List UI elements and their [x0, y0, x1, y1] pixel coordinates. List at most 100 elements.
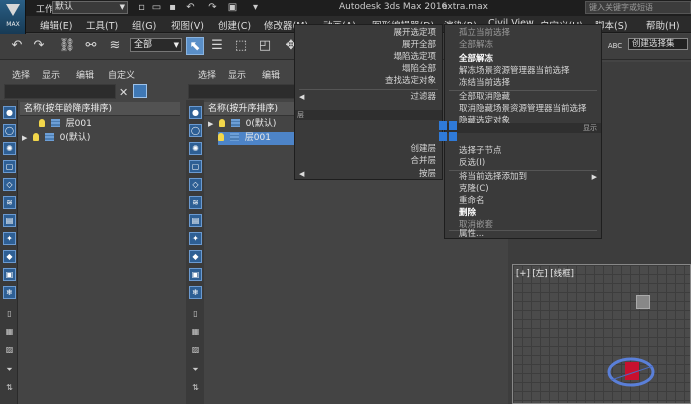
select-and-link-icon[interactable]: ⛓ — [58, 37, 76, 55]
find-filter-icon[interactable] — [133, 84, 147, 98]
explorer-menu-select[interactable]: 选择 — [12, 68, 30, 81]
project-folder-icon[interactable]: ▣ — [226, 1, 239, 14]
quad-item-unhide-selection[interactable]: 取消隐藏场景资源管理器当前选择 — [459, 103, 587, 115]
quad-item-select-invert[interactable]: 反选(I) — [459, 157, 485, 169]
display-none-icon[interactable]: ▨ — [189, 344, 202, 357]
quad-item-freeze-selection[interactable]: 冻结当前选择 — [459, 77, 510, 89]
tree-row[interactable]: 层001 — [28, 118, 92, 131]
viewport-left[interactable]: [+] [左] [线框] — [512, 264, 691, 404]
filter-icon[interactable]: ⏷ — [189, 364, 202, 377]
quad-item-add-selection-to[interactable]: 将当前选择添加到 — [459, 171, 527, 183]
save-icon[interactable]: ▪ — [166, 1, 179, 14]
redo-icon[interactable]: ↷ — [30, 37, 48, 55]
viewport-label[interactable]: [+] [左] [线框] — [516, 267, 574, 279]
menu-help[interactable]: 帮助(H) — [646, 18, 680, 32]
window-crossing-icon[interactable]: ◰ — [256, 37, 274, 55]
display-shapes-icon[interactable]: ◯ — [189, 124, 202, 137]
sync-selection-icon[interactable]: ⇅ — [189, 382, 202, 395]
quad-item-delete[interactable]: 删除 — [459, 207, 476, 219]
lightbulb-icon[interactable] — [218, 119, 225, 127]
quad-item-collapse-selected[interactable]: 塌陷选定项 — [393, 51, 436, 63]
quad-item-unhide-all[interactable]: 全部取消隐藏 — [459, 91, 510, 103]
open-file-icon[interactable]: ▭ — [150, 1, 163, 14]
menu-tools[interactable]: 工具(T) — [86, 18, 118, 32]
display-xrefs-icon[interactable]: ✦ — [3, 232, 16, 245]
unlink-icon[interactable]: ⚯ — [82, 37, 100, 55]
display-groups-icon[interactable]: ▤ — [3, 214, 16, 227]
menu-create[interactable]: 创建(C) — [218, 18, 251, 32]
quad-item-expand-selected[interactable]: 展开选定项 — [393, 27, 436, 39]
menu-group[interactable]: 组(G) — [132, 18, 156, 32]
display-shapes-icon[interactable]: ◯ — [3, 124, 16, 137]
undo-icon[interactable]: ↶ — [8, 37, 26, 55]
explorer-menu-customize[interactable]: 自定义 — [108, 68, 135, 81]
display-bones-icon[interactable]: ◆ — [3, 250, 16, 263]
quad-item-find-selected[interactable]: 查找选定对象 — [385, 75, 436, 87]
quad-item-create-layer[interactable]: 创建层 — [410, 143, 436, 155]
quad-item-merge-layer[interactable]: 合并层 — [410, 155, 436, 167]
display-bones-icon[interactable]: ◆ — [189, 250, 202, 263]
search-input[interactable]: 键入关键字或短语 — [585, 1, 691, 14]
display-spacewarps-icon[interactable]: ≋ — [3, 196, 16, 209]
scene-object-box[interactable] — [636, 295, 650, 309]
quad-item-unfreeze-selection[interactable]: 解冻场景资源管理器当前选择 — [459, 65, 570, 77]
quad-item-by-layer[interactable]: 按层 — [419, 168, 436, 180]
close-icon[interactable]: ✕ — [119, 86, 128, 99]
select-by-name-icon[interactable]: ☰ — [208, 37, 226, 55]
quad-item-unfreeze-all[interactable]: 全部解冻 — [459, 53, 493, 65]
display-cameras-icon[interactable]: ▢ — [189, 160, 202, 173]
display-none-icon[interactable]: ▨ — [3, 344, 16, 357]
explorer-filter-input[interactable] — [188, 84, 298, 99]
select-object-icon[interactable]: ⬉ — [186, 37, 204, 55]
menu-views[interactable]: 视图(V) — [171, 18, 204, 32]
selection-filter-select[interactable]: 全部 ▼ — [130, 38, 182, 52]
display-hidden-icon[interactable]: ▯ — [189, 308, 202, 321]
named-selection-set-input[interactable]: 创建选择集 — [628, 38, 688, 50]
explorer-menu-edit[interactable]: 编辑 — [76, 68, 94, 81]
menu-edit[interactable]: 编辑(E) — [40, 18, 72, 32]
viewcube-icon[interactable] — [601, 350, 657, 390]
column-header-name[interactable]: 名称(按升序排序) — [204, 102, 304, 116]
quad-item-rename[interactable]: 重命名 — [459, 195, 485, 207]
display-lights-icon[interactable]: ✺ — [3, 142, 16, 155]
chevron-right-icon[interactable]: ▶ — [208, 118, 216, 131]
explorer-menu-display[interactable]: 显示 — [42, 68, 60, 81]
tree-row-selected[interactable]: 层001 — [218, 132, 304, 145]
display-spacewarps-icon[interactable]: ≋ — [189, 196, 202, 209]
rectangular-selection-icon[interactable]: ⬚ — [232, 37, 250, 55]
display-frozen-icon[interactable]: ❄ — [189, 286, 202, 299]
quad-item-expand-all[interactable]: 展开全部 — [402, 39, 436, 51]
explorer-menu-display[interactable]: 显示 — [228, 68, 246, 81]
explorer-filter-input[interactable] — [4, 84, 116, 99]
display-groups-icon[interactable]: ▤ — [189, 214, 202, 227]
app-logo-button[interactable]: MAX — [0, 0, 26, 34]
display-hidden-icon[interactable]: ▯ — [3, 308, 16, 321]
column-header-name[interactable]: 名称(按年龄降序排序) — [20, 102, 180, 116]
quad-item-properties[interactable]: 属性... — [459, 228, 484, 240]
tree-row[interactable]: ▶ 0(默认) — [208, 118, 276, 131]
undo-icon[interactable]: ↶ — [184, 1, 197, 14]
display-all-icon[interactable]: ▦ — [189, 326, 202, 339]
quad-item-isolate-selection[interactable]: 孤立当前选择 — [459, 27, 510, 39]
chevron-right-icon[interactable]: ▶ — [22, 132, 30, 145]
display-geometry-icon[interactable]: ● — [189, 106, 202, 119]
quad-item-filters[interactable]: 过滤器 — [410, 91, 436, 103]
display-lights-icon[interactable]: ✺ — [189, 142, 202, 155]
lightbulb-icon[interactable] — [32, 133, 39, 141]
quad-item-unfreeze-all-dim[interactable]: 全部解冻 — [459, 39, 493, 51]
sync-selection-icon[interactable]: ⇅ — [3, 382, 16, 395]
bind-space-warp-icon[interactable]: ≋ — [106, 37, 124, 55]
display-containers-icon[interactable]: ▣ — [189, 268, 202, 281]
display-cameras-icon[interactable]: ▢ — [3, 160, 16, 173]
quad-item-collapse-all[interactable]: 塌陷全部 — [402, 63, 436, 75]
explorer-menu-edit[interactable]: 编辑 — [262, 68, 280, 81]
display-frozen-icon[interactable]: ❄ — [3, 286, 16, 299]
text-abc-icon[interactable]: ABC — [606, 37, 624, 55]
explorer-menu-select[interactable]: 选择 — [198, 68, 216, 81]
quad-item-clone[interactable]: 克隆(C) — [459, 183, 489, 195]
new-file-icon[interactable]: ▫ — [135, 1, 148, 14]
lightbulb-icon[interactable] — [218, 133, 224, 141]
tree-row[interactable]: ▶ 0(默认) — [22, 132, 90, 145]
lightbulb-icon[interactable] — [38, 119, 45, 127]
display-all-icon[interactable]: ▦ — [3, 326, 16, 339]
